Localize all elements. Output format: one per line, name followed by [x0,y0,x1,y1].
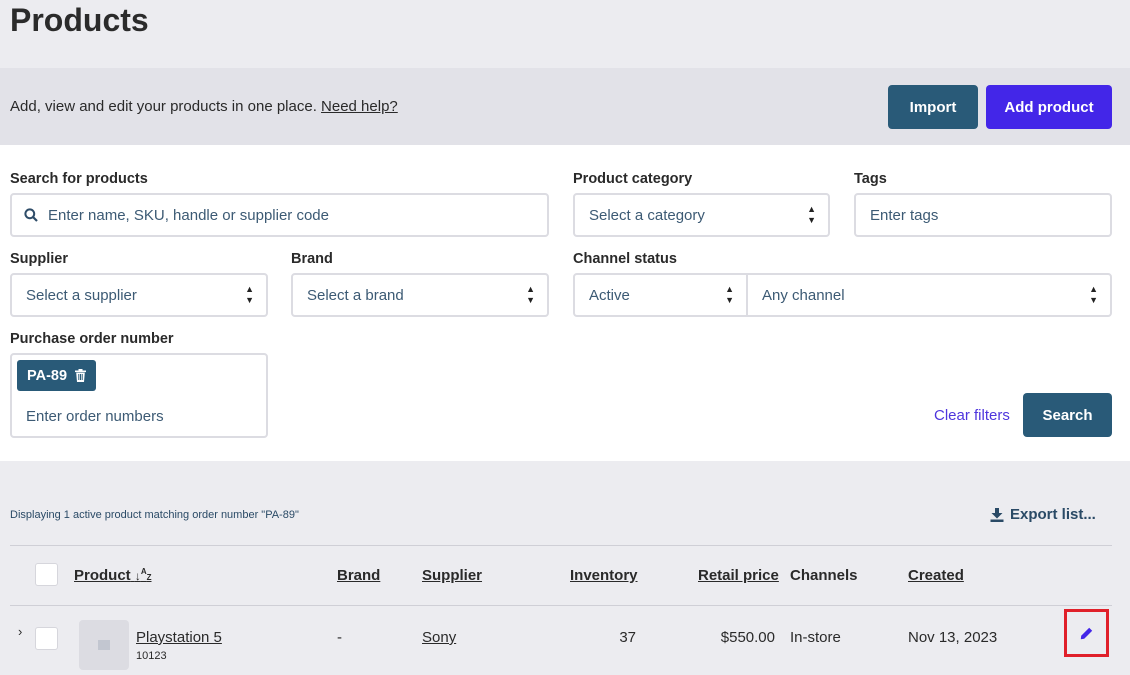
help-link[interactable]: Need help? [321,98,398,115]
results-panel: Displaying 1 active product matching ord… [0,461,1130,675]
brand-value: Select a brand [307,286,404,304]
select-arrows-icon: ▲ ▼ [725,284,734,305]
product-brand: - [337,629,342,646]
channel-status-value: Active [589,286,630,304]
image-placeholder-icon [98,640,110,650]
search-button[interactable]: Search [1023,393,1112,437]
supplier-label: Supplier [10,251,69,267]
divider [10,605,1112,606]
product-created: Nov 13, 2023 [908,629,998,646]
column-header-supplier[interactable]: Supplier [422,567,482,584]
brand-label: Brand [291,251,333,267]
clear-filters-link[interactable]: Clear filters [934,407,1010,424]
banner-description: Add, view and edit your products in one … [10,98,317,115]
filter-panel: Search for products Enter name, SKU, han… [0,145,1130,461]
product-thumbnail [79,620,129,670]
supplier-select[interactable]: Select a supplier ▲ ▼ [10,273,268,317]
channel-status-label: Channel status [573,251,677,267]
product-supplier-link[interactable]: Sony [422,629,456,646]
supplier-value: Select a supplier [26,286,137,304]
select-all-checkbox[interactable] [35,563,58,586]
column-header-product[interactable]: Product ↓AZ [74,567,152,584]
category-select[interactable]: Select a category ▲ ▼ [573,193,830,237]
channel-value: Any channel [762,286,845,304]
select-arrows-icon: ▲ ▼ [807,204,816,225]
channel-select[interactable]: Any channel ▲ ▼ [746,273,1112,317]
divider [10,545,1112,546]
column-header-retail-price[interactable]: Retail price [698,567,779,584]
page-title: Products [10,2,149,38]
results-count: Displaying 1 active product matching ord… [10,509,299,521]
pencil-icon [1080,627,1093,639]
row-checkbox[interactable] [35,627,58,650]
po-chip-label: PA-89 [27,367,68,384]
column-header-channels: Channels [790,567,858,584]
export-list-button[interactable]: Export list... [990,506,1096,523]
select-arrows-icon: ▲ ▼ [1089,284,1098,305]
search-icon [24,208,38,222]
column-header-product-label: Product [74,567,131,584]
product-channels: In-store [790,629,841,646]
edit-product-button[interactable] [1064,609,1109,657]
export-label: Export list... [1010,506,1096,523]
po-chip: PA-89 [17,360,97,391]
trash-icon[interactable] [75,369,87,382]
banner-text: Add, view and edit your products in one … [10,98,398,115]
product-sku: 10123 [136,650,167,662]
product-name-link[interactable]: Playstation 5 [136,629,222,646]
category-label: Product category [573,171,693,187]
column-header-brand[interactable]: Brand [337,567,380,584]
category-value: Select a category [589,206,705,224]
add-product-button[interactable]: Add product [986,85,1112,129]
channel-status-select[interactable]: Active ▲ ▼ [573,273,748,317]
tags-placeholder: Enter tags [870,206,939,224]
po-placeholder: Enter order numbers [26,408,164,425]
select-arrows-icon: ▲ ▼ [245,284,254,305]
purchase-order-input[interactable]: PA-89 Enter order numbers [10,353,268,438]
chevron-right-icon[interactable]: › [18,624,22,639]
info-banner: Add, view and edit your products in one … [0,68,1130,145]
column-header-created[interactable]: Created [908,567,964,584]
download-icon [990,507,1004,522]
purchase-order-label: Purchase order number [10,331,174,347]
column-header-inventory[interactable]: Inventory [570,567,638,584]
select-arrows-icon: ▲ ▼ [526,284,535,305]
product-inventory: 37 [619,629,636,646]
search-input[interactable]: Enter name, SKU, handle or supplier code [10,193,549,237]
brand-select[interactable]: Select a brand ▲ ▼ [291,273,549,317]
product-retail-price: $550.00 [720,629,775,646]
import-button[interactable]: Import [888,85,978,129]
tags-input[interactable]: Enter tags [854,193,1112,237]
sort-icon[interactable]: ↓AZ [135,567,152,583]
tags-label: Tags [854,171,887,187]
search-label: Search for products [10,171,148,187]
search-placeholder: Enter name, SKU, handle or supplier code [48,206,329,224]
